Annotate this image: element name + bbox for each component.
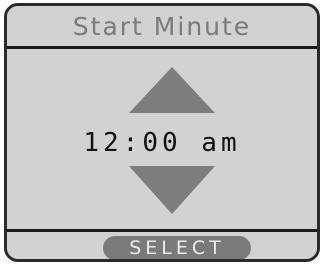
time-value: 12:00 am [83,128,241,158]
title-bar: Start Minute [7,6,317,49]
decrement-arrow-icon[interactable] [129,166,215,214]
select-button[interactable]: SELECT [103,236,251,259]
screen-title: Start Minute [72,12,252,41]
footer-bar: SELECT [7,229,317,259]
time-adjust-panel: 12:00 am [7,49,317,229]
device-screen-frame: Start Minute 12:00 am SELECT [4,3,320,262]
increment-arrow-icon[interactable] [129,67,215,113]
